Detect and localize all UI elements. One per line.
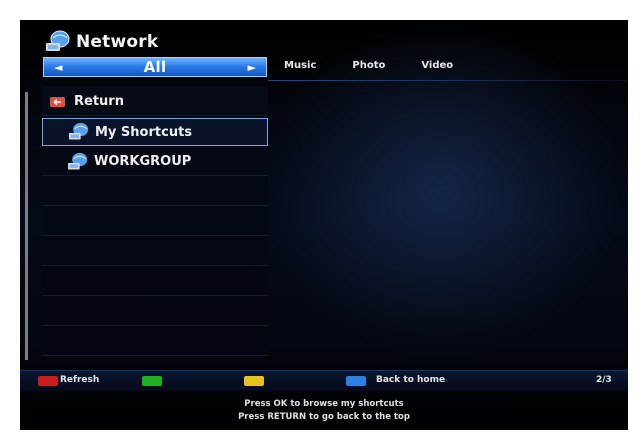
refresh-label[interactable]: Refresh bbox=[60, 375, 99, 385]
empty-row bbox=[42, 298, 268, 326]
empty-row bbox=[42, 328, 268, 356]
green-button-icon[interactable] bbox=[142, 376, 162, 386]
file-list: Return My Shortcuts WORKGROUP bbox=[42, 86, 268, 358]
network-globe-icon bbox=[68, 152, 88, 169]
header-divider bbox=[268, 80, 628, 81]
empty-row bbox=[42, 238, 268, 266]
return-icon bbox=[50, 96, 65, 107]
yellow-button-icon[interactable] bbox=[244, 376, 264, 386]
network-globe-icon bbox=[69, 122, 89, 140]
blue-button-icon[interactable] bbox=[346, 376, 366, 386]
hint-line-2: Press RETURN to go back to the top bbox=[238, 412, 410, 422]
header: Network bbox=[44, 30, 158, 54]
category-tabs: Music Photo Video bbox=[284, 60, 489, 71]
list-item-workgroup[interactable]: WORKGROUP bbox=[42, 148, 268, 176]
red-button-icon[interactable] bbox=[38, 376, 58, 386]
empty-row bbox=[42, 268, 268, 296]
tab-music[interactable]: Music bbox=[284, 60, 316, 71]
list-item-return[interactable]: Return bbox=[42, 88, 268, 116]
tv-screen: Network ◄ All ► Music Photo Video Return bbox=[20, 20, 628, 430]
category-value: All bbox=[143, 58, 167, 76]
list-item-label: Return bbox=[74, 94, 124, 109]
scrollbar[interactable] bbox=[25, 92, 28, 360]
list-item-label: WORKGROUP bbox=[94, 154, 192, 169]
hint-line-1: Press OK to browse my shortcuts bbox=[244, 399, 404, 409]
list-item-label: My Shortcuts bbox=[95, 124, 193, 140]
color-key-bar: Refresh Back to home 2/3 bbox=[20, 370, 628, 391]
empty-row bbox=[42, 178, 268, 206]
network-globe-icon bbox=[46, 30, 70, 51]
tab-video[interactable]: Video bbox=[421, 60, 453, 71]
page-indicator: 2/3 bbox=[596, 375, 612, 385]
page-title: Network bbox=[76, 32, 159, 52]
list-item-my-shortcuts[interactable]: My Shortcuts bbox=[42, 118, 268, 146]
arrow-left-icon[interactable]: ◄ bbox=[54, 61, 62, 74]
empty-row bbox=[42, 208, 268, 236]
back-to-home-label[interactable]: Back to home bbox=[376, 375, 445, 385]
category-selector[interactable]: ◄ All ► bbox=[43, 57, 267, 77]
arrow-right-icon[interactable]: ► bbox=[248, 61, 256, 74]
tab-photo[interactable]: Photo bbox=[352, 60, 385, 71]
